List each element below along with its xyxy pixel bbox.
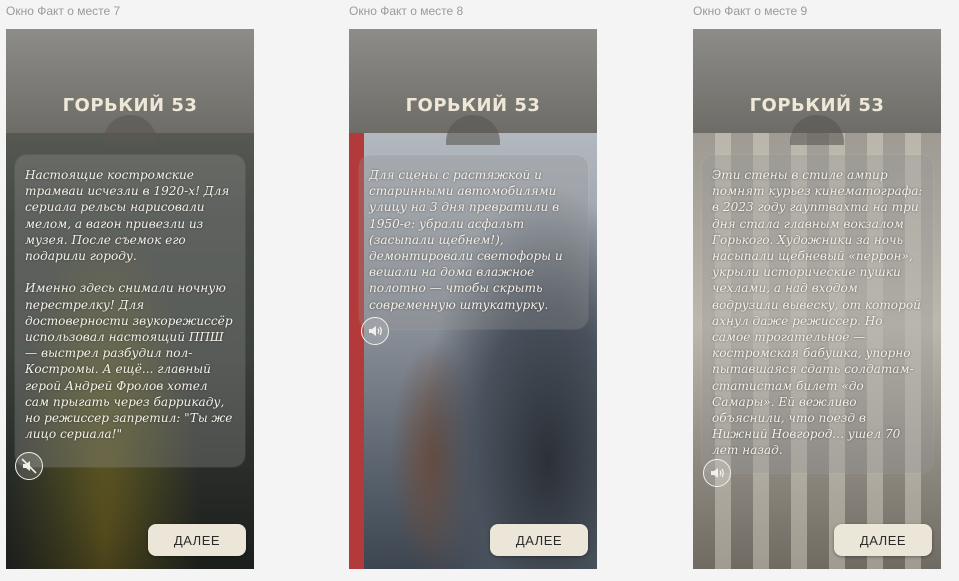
frame-label-9: Окно Факт о месте 9 — [693, 4, 808, 18]
place-title: ГОРЬКИЙ 53 — [62, 95, 198, 116]
fact-card: Настоящие костромские трамваи исчезли в … — [15, 155, 245, 467]
fact-screen-9: ГОРЬКИЙ 53 Эти стены в стиле ампир помня… — [693, 29, 941, 569]
fact-screen-8: ГОРЬКИЙ 53 Для сцены с растяжкой и стари… — [349, 29, 597, 569]
fact-card: Для сцены с растяжкой и старинными автом… — [359, 155, 588, 329]
frame-label-8: Окно Факт о месте 8 — [349, 4, 464, 18]
fact-text: Эти стены в стиле ампир помнят курьез ки… — [712, 168, 923, 458]
next-button[interactable]: ДАЛЕЕ — [834, 524, 932, 556]
fact-screen-7: ГОРЬКИЙ 53 Настоящие костромские трамваи… — [6, 29, 254, 569]
speaker-on-icon[interactable] — [361, 317, 389, 345]
next-button[interactable]: ДАЛЕЕ — [490, 524, 588, 556]
place-title: ГОРЬКИЙ 53 — [749, 95, 885, 116]
speaker-muted-icon[interactable] — [15, 452, 43, 480]
fact-card: Эти стены в стиле ампир помнят курьез ки… — [702, 155, 933, 473]
frame-label-7: Окно Факт о месте 7 — [6, 4, 121, 18]
speaker-on-icon[interactable] — [703, 459, 731, 487]
fact-text: Для сцены с растяжкой и старинными автом… — [369, 168, 563, 312]
next-button[interactable]: ДАЛЕЕ — [148, 524, 246, 556]
place-title: ГОРЬКИЙ 53 — [405, 95, 541, 116]
fact-text: Настоящие костромские трамваи исчезли в … — [25, 168, 233, 442]
